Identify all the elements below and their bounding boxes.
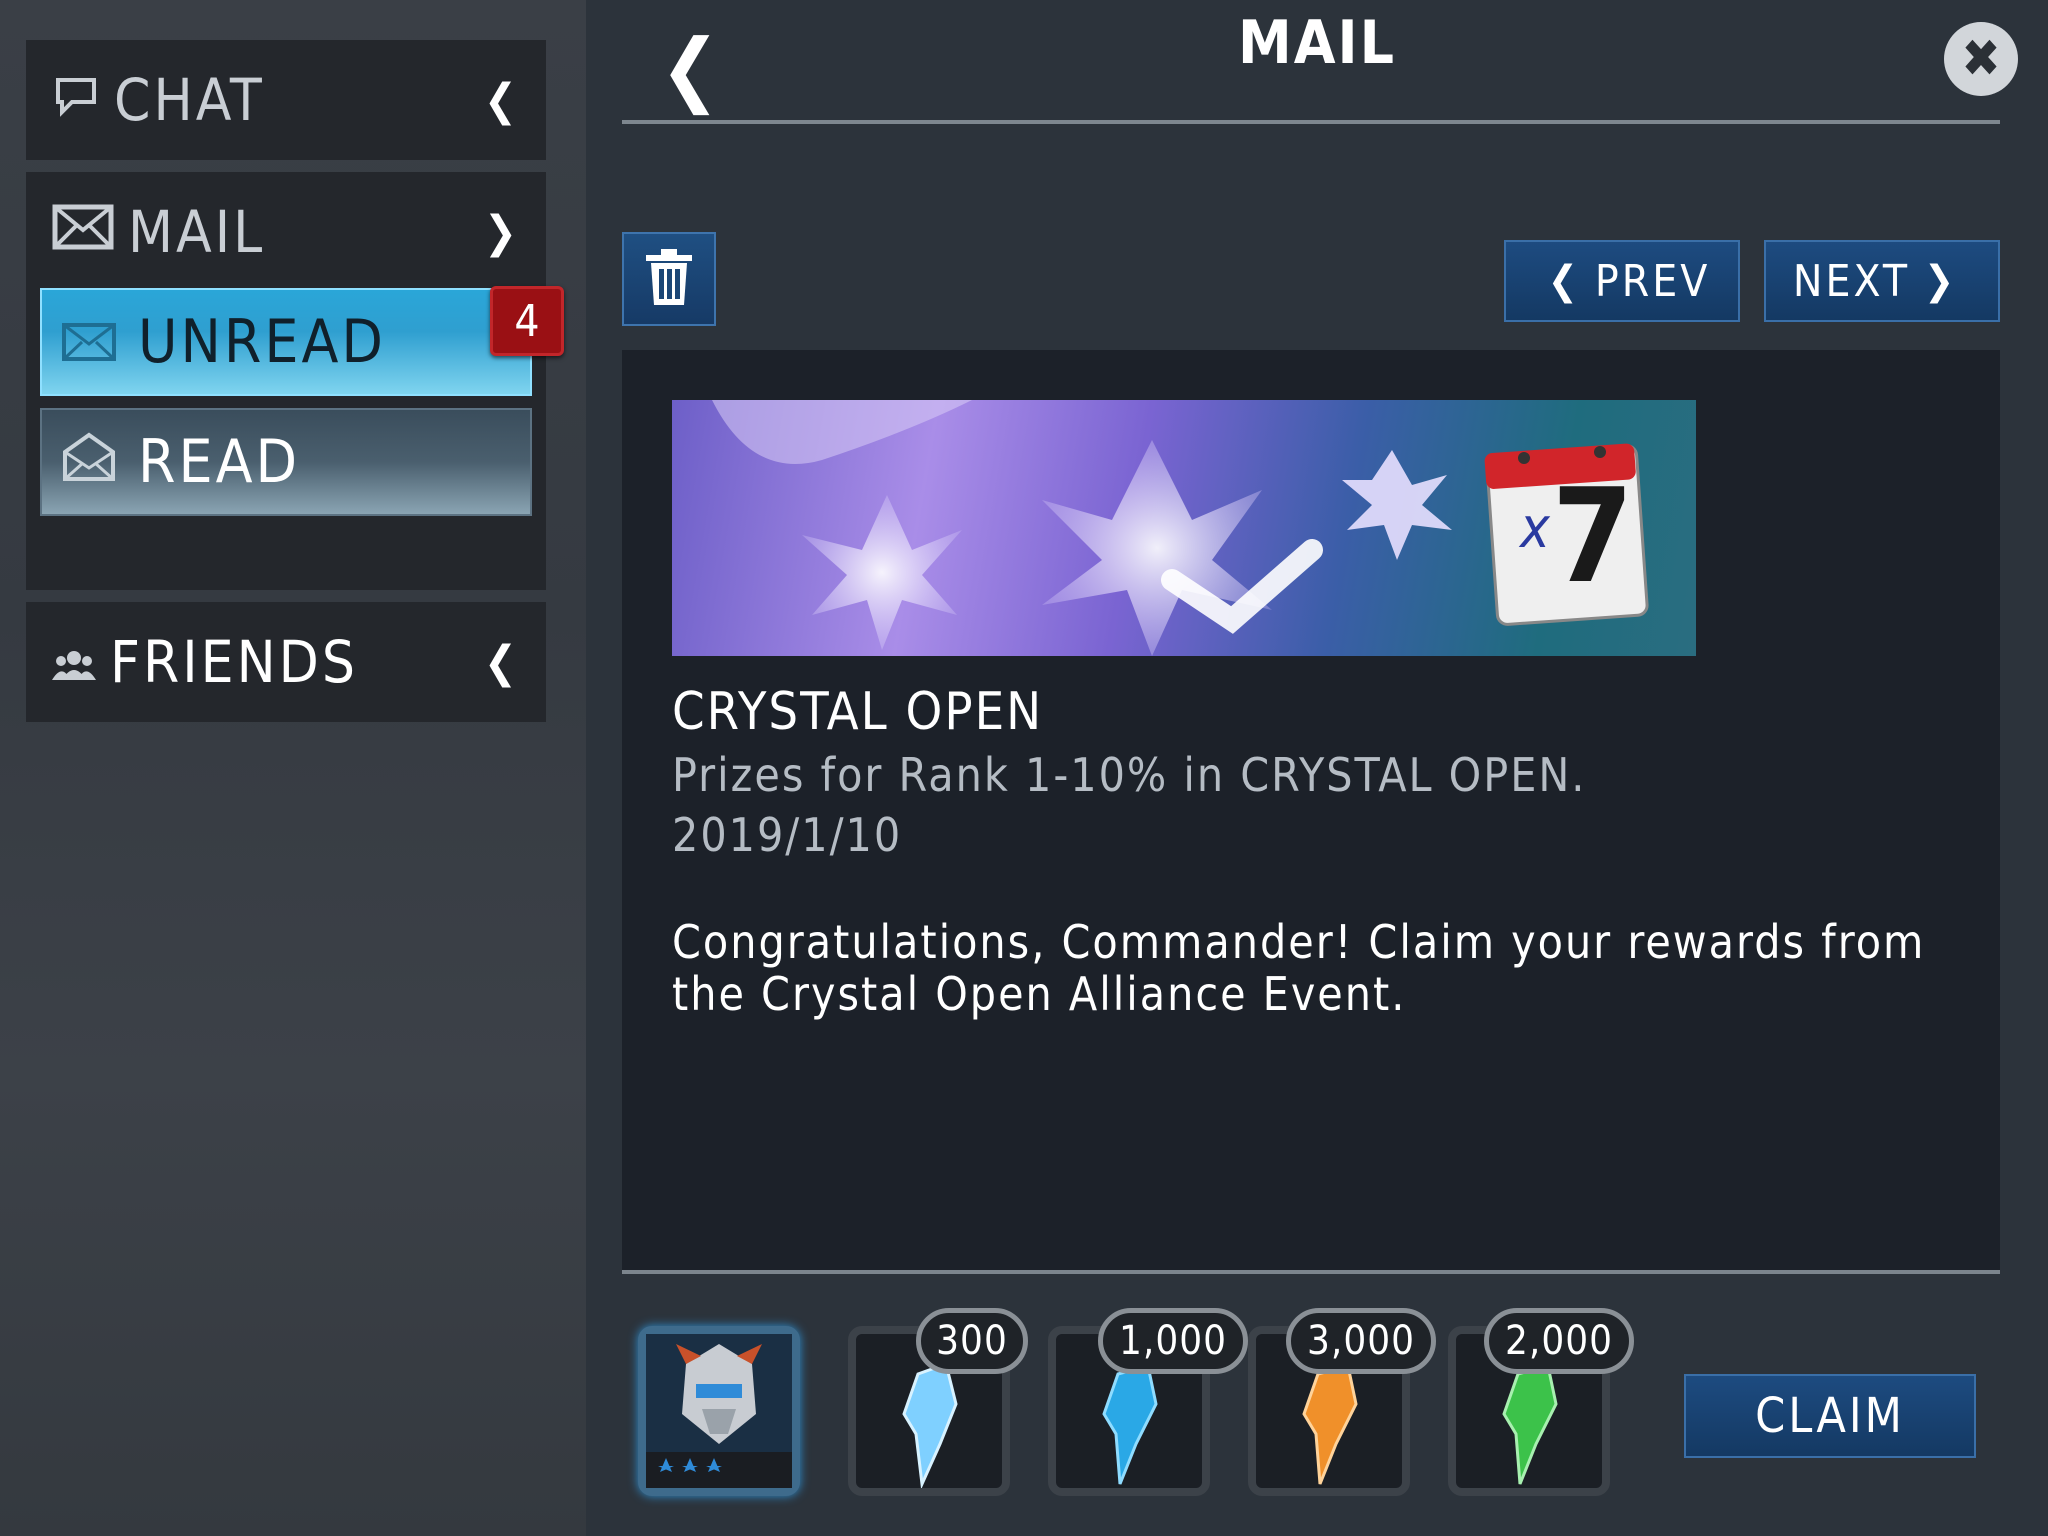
mail-subject: CRYSTAL OPEN: [672, 682, 1044, 742]
friends-label: FRIENDS: [110, 628, 358, 696]
calendar-mark: x: [1520, 496, 1550, 561]
claim-button[interactable]: CLAIM: [1684, 1374, 1976, 1458]
friends-section[interactable]: FRIENDS ❮: [26, 602, 546, 722]
unread-count-badge: 4: [490, 286, 564, 356]
delete-button[interactable]: [622, 232, 716, 326]
chevron-left-icon: ❮: [483, 636, 520, 688]
next-button[interactable]: NEXT ❯: [1764, 240, 2000, 322]
close-button[interactable]: ✖: [1944, 22, 2018, 96]
robot-portrait-icon: [646, 1334, 792, 1488]
close-icon: ✖: [1961, 29, 2001, 89]
reward-qty-badge: 300: [916, 1308, 1028, 1374]
envelope-icon: [52, 198, 114, 266]
reward-qty-badge: 3,000: [1286, 1308, 1436, 1374]
chevron-left-icon: ❮: [1547, 258, 1581, 304]
envelope-icon: [62, 307, 116, 377]
calendar-number: 7: [1552, 460, 1634, 612]
reward-qty-badge: 1,000: [1098, 1308, 1248, 1374]
open-envelope-icon: [62, 427, 116, 497]
mail-content-panel: x 7 CRYSTAL OPEN Prizes for Rank 1-10% i…: [622, 350, 2000, 1274]
chevron-left-icon: ❮: [483, 74, 520, 126]
sidebar-item-read[interactable]: READ: [40, 408, 532, 516]
chevron-right-icon: ❯: [1923, 258, 1958, 304]
unread-label: UNREAD: [138, 307, 386, 377]
mail-date: 2019/1/10: [672, 808, 903, 862]
sidebar-item-unread[interactable]: UNREAD: [40, 288, 532, 396]
chat-icon: [52, 66, 100, 134]
mail-body: Congratulations, Commander! Claim your r…: [672, 915, 1926, 1021]
prev-label: PREV: [1594, 255, 1711, 307]
sidebar: CHAT ❮ MAIL ❯ UNREAD 4 READ FRIENDS ❮: [0, 0, 586, 1536]
reward-qty-badge: 2,000: [1484, 1308, 1634, 1374]
friends-header[interactable]: FRIENDS ❮: [26, 602, 546, 722]
next-label: NEXT: [1792, 255, 1910, 307]
trash-icon: [642, 247, 696, 311]
read-label: READ: [138, 427, 301, 497]
chat-section[interactable]: CHAT ❮: [26, 40, 546, 160]
prev-button[interactable]: ❮ PREV: [1504, 240, 1740, 322]
mail-view: ❮ MAIL ✖ ❮ PREV NEXT ❯ x 7 CRYSTAL OPEN …: [586, 0, 2048, 1536]
rewards-divider: [622, 1270, 2000, 1274]
event-banner: x 7: [672, 400, 1696, 656]
chat-header[interactable]: CHAT ❮: [26, 40, 546, 160]
chat-label: CHAT: [114, 66, 265, 134]
reward-hero-portrait[interactable]: [638, 1326, 800, 1496]
mail-label: MAIL: [128, 198, 266, 266]
header-divider: [622, 120, 2000, 124]
page-title: MAIL: [1238, 8, 1396, 78]
friends-icon: [52, 628, 96, 696]
mail-summary: Prizes for Rank 1-10% in CRYSTAL OPEN.: [672, 748, 1587, 802]
chevron-down-icon: ❯: [483, 206, 520, 258]
mail-header[interactable]: MAIL ❯: [26, 172, 546, 292]
